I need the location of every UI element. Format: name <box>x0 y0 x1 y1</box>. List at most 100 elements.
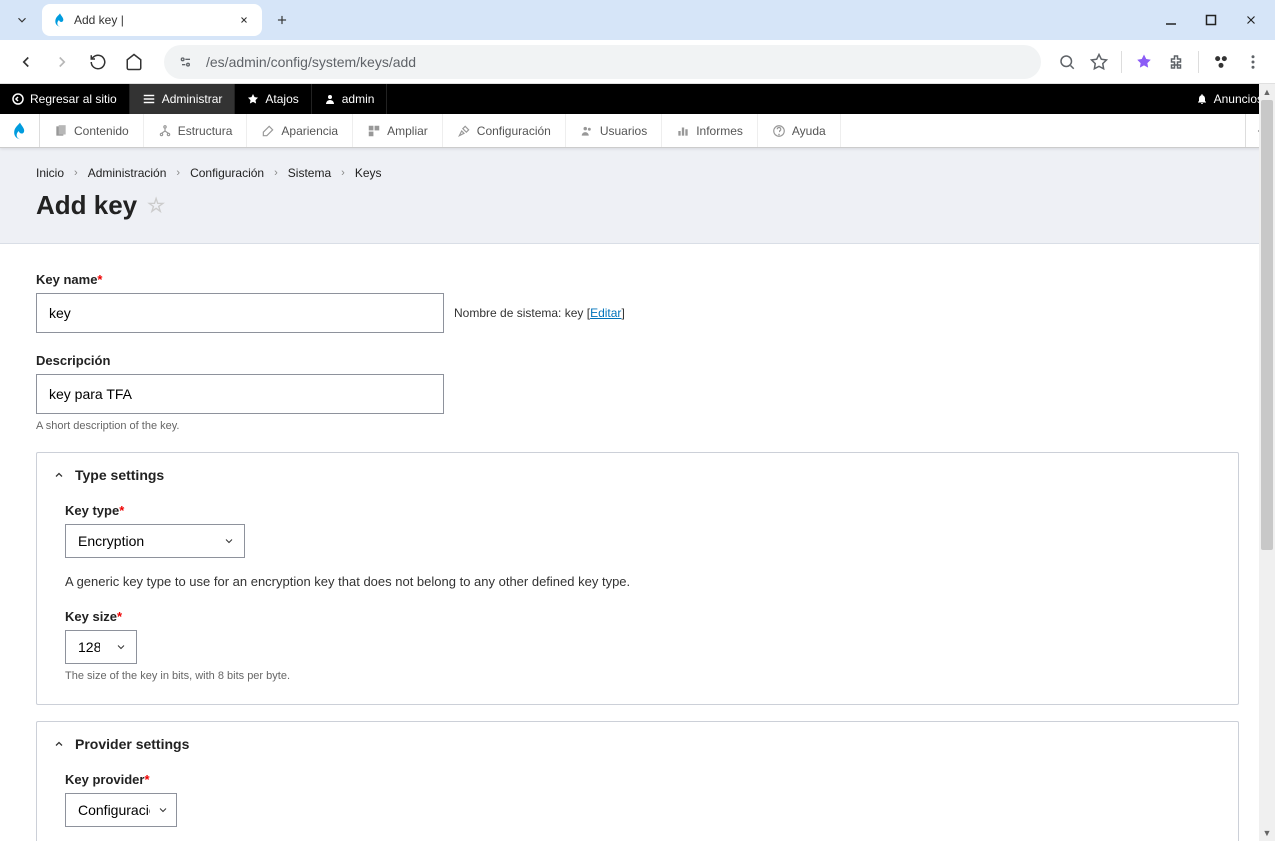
page-title-text: Add key <box>36 190 137 221</box>
chevron-up-icon <box>53 738 65 750</box>
page-header: Inicio › Administración › Configuración … <box>0 148 1275 244</box>
menu-structure-label: Estructura <box>178 124 233 138</box>
key-size-select[interactable]: 128 <box>65 630 137 664</box>
zoom-icon[interactable] <box>1057 52 1077 72</box>
shortcuts-button[interactable]: Atajos <box>235 84 311 114</box>
nav-reload-button[interactable] <box>84 48 112 76</box>
page-content: Inicio › Administración › Configuración … <box>0 148 1275 841</box>
window-controls <box>1161 10 1267 30</box>
menu-people[interactable]: Usuarios <box>566 114 662 147</box>
manage-label: Administrar <box>162 92 223 106</box>
window-close[interactable] <box>1241 10 1261 30</box>
chevron-right-icon: › <box>274 167 278 179</box>
drupal-favicon <box>52 12 68 28</box>
window-minimize[interactable] <box>1161 10 1181 30</box>
browser-tab[interactable]: Add key | <box>42 4 262 36</box>
scrollbar-down-arrow[interactable]: ▼ <box>1259 825 1275 841</box>
key-provider-select[interactable]: Configuración <box>65 793 177 827</box>
provider-settings-label: Provider settings <box>75 736 189 752</box>
key-provider-field-wrapper: Key provider* Configuración The Configur… <box>65 772 1210 841</box>
menu-content[interactable]: Contenido <box>40 114 144 147</box>
key-size-field-wrapper: Key size* 128 The size of the key in bit… <box>65 609 1210 682</box>
chevron-right-icon: › <box>341 167 345 179</box>
tab-search-dropdown[interactable] <box>8 6 36 34</box>
key-type-help-text: A generic key type to use for an encrypt… <box>65 574 1210 589</box>
bookmark-star-icon[interactable] <box>1089 52 1109 72</box>
window-maximize[interactable] <box>1201 10 1221 30</box>
tab-close-icon[interactable] <box>236 12 252 28</box>
user-label: admin <box>342 92 375 106</box>
drupal-admin-menu: Contenido Estructura Apariencia Ampliar … <box>0 114 1275 148</box>
menu-extend[interactable]: Ampliar <box>353 114 443 147</box>
nav-forward-button[interactable] <box>48 48 76 76</box>
nav-home-button[interactable] <box>120 48 148 76</box>
breadcrumb: Inicio › Administración › Configuración … <box>36 166 1239 180</box>
menu-extend-label: Ampliar <box>387 124 428 138</box>
form: Key name* Nombre de sistema: key [Editar… <box>0 244 1275 841</box>
scrollbar-track[interactable] <box>1259 100 1275 825</box>
drupal-logo[interactable] <box>0 114 40 147</box>
machine-name-display: Nombre de sistema: key [Editar] <box>454 306 625 320</box>
page-title: Add key ☆ <box>36 190 1239 221</box>
tab-title: Add key | <box>74 13 232 27</box>
description-input[interactable] <box>36 374 444 414</box>
chevron-right-icon: › <box>176 167 180 179</box>
nav-back-button[interactable] <box>12 48 40 76</box>
key-name-label: Key name* <box>36 272 1239 287</box>
toolbar-separator <box>1198 51 1199 73</box>
announcements-label: Anuncios <box>1214 92 1263 106</box>
site-info-icon[interactable] <box>176 52 196 72</box>
chevron-up-icon <box>53 469 65 481</box>
extension-icon-1[interactable] <box>1134 52 1154 72</box>
menu-reports-label: Informes <box>696 124 743 138</box>
new-tab-button[interactable] <box>268 6 296 34</box>
key-name-input[interactable] <box>36 293 444 333</box>
key-name-field-wrapper: Key name* Nombre de sistema: key [Editar… <box>36 272 1239 333</box>
scrollbar-up-arrow[interactable]: ▲ <box>1259 84 1275 100</box>
description-label: Descripción <box>36 353 1239 368</box>
breadcrumb-administration[interactable]: Administración <box>88 166 167 180</box>
key-provider-label: Key provider* <box>65 772 1210 787</box>
menu-appearance[interactable]: Apariencia <box>247 114 353 147</box>
breadcrumb-home[interactable]: Inicio <box>36 166 64 180</box>
vertical-scrollbar[interactable]: ▲ ▼ <box>1259 84 1275 841</box>
browser-toolbar: /es/admin/config/system/keys/add <box>0 40 1275 84</box>
provider-settings-summary[interactable]: Provider settings <box>37 722 1238 766</box>
key-type-label: Key type* <box>65 503 1210 518</box>
browser-tab-strip: Add key | <box>0 0 1275 40</box>
drupal-admin-toolbar: Regresar al sitio Administrar Atajos adm… <box>0 84 1275 114</box>
user-menu-button[interactable]: admin <box>312 84 388 114</box>
url-text: /es/admin/config/system/keys/add <box>206 54 1029 70</box>
type-settings-section: Type settings Key type* Encryption A gen… <box>36 452 1239 705</box>
scrollbar-thumb[interactable] <box>1261 100 1273 550</box>
menu-structure[interactable]: Estructura <box>144 114 248 147</box>
menu-configuration-label: Configuración <box>477 124 551 138</box>
machine-name-edit-link[interactable]: Editar <box>590 306 621 320</box>
provider-settings-section: Provider settings Key provider* Configur… <box>36 721 1239 841</box>
extensions-icon[interactable] <box>1166 52 1186 72</box>
manage-button[interactable]: Administrar <box>130 84 236 114</box>
menu-reports[interactable]: Informes <box>662 114 758 147</box>
menu-help[interactable]: Ayuda <box>758 114 841 147</box>
type-settings-label: Type settings <box>75 467 164 483</box>
favorite-star-icon[interactable]: ☆ <box>147 193 165 218</box>
breadcrumb-keys[interactable]: Keys <box>355 166 382 180</box>
description-help-text: A short description of the key. <box>36 420 1239 432</box>
address-bar[interactable]: /es/admin/config/system/keys/add <box>164 45 1041 79</box>
menu-content-label: Contenido <box>74 124 129 138</box>
description-field-wrapper: Descripción A short description of the k… <box>36 353 1239 432</box>
back-to-site-label: Regresar al sitio <box>30 92 117 106</box>
menu-help-label: Ayuda <box>792 124 826 138</box>
breadcrumb-system[interactable]: Sistema <box>288 166 331 180</box>
type-settings-summary[interactable]: Type settings <box>37 453 1238 497</box>
key-type-field-wrapper: Key type* Encryption A generic key type … <box>65 503 1210 589</box>
key-type-select[interactable]: Encryption <box>65 524 245 558</box>
profile-icon[interactable] <box>1211 52 1231 72</box>
back-to-site-button[interactable]: Regresar al sitio <box>0 84 130 114</box>
breadcrumb-configuration[interactable]: Configuración <box>190 166 264 180</box>
browser-menu-icon[interactable] <box>1243 52 1263 72</box>
menu-configuration[interactable]: Configuración <box>443 114 566 147</box>
menu-people-label: Usuarios <box>600 124 647 138</box>
key-size-help-text: The size of the key in bits, with 8 bits… <box>65 670 1210 682</box>
chevron-right-icon: › <box>74 167 78 179</box>
